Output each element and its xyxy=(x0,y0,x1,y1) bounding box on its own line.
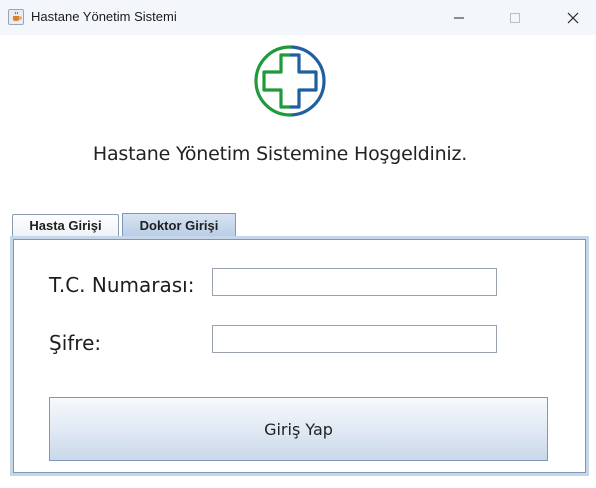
close-icon xyxy=(567,12,579,23)
tab-doktor-girisi[interactable]: Doktor Girişi xyxy=(122,213,236,237)
tab-hasta-girisi[interactable]: Hasta Girişi xyxy=(12,214,119,236)
password-label: Şifre: xyxy=(49,331,102,355)
close-button[interactable] xyxy=(550,0,596,35)
password-input[interactable] xyxy=(212,325,497,353)
maximize-button[interactable] xyxy=(492,0,538,35)
medical-cross-icon xyxy=(254,45,326,117)
window-title-bar[interactable]: Hastane Yönetim Sistemi xyxy=(0,0,596,35)
maximize-icon xyxy=(510,12,520,23)
minimize-button[interactable] xyxy=(436,0,482,35)
tc-number-label: T.C. Numarası: xyxy=(49,273,195,297)
minimize-icon xyxy=(454,17,464,18)
hospital-logo xyxy=(252,43,328,119)
window-title: Hastane Yönetim Sistemi xyxy=(31,9,177,24)
tc-number-input[interactable] xyxy=(212,268,497,296)
login-button[interactable]: Giriş Yap xyxy=(49,397,548,461)
java-cup-icon xyxy=(8,9,24,25)
welcome-heading: Hastane Yönetim Sistemine Hoşgeldiniz. xyxy=(92,143,468,165)
